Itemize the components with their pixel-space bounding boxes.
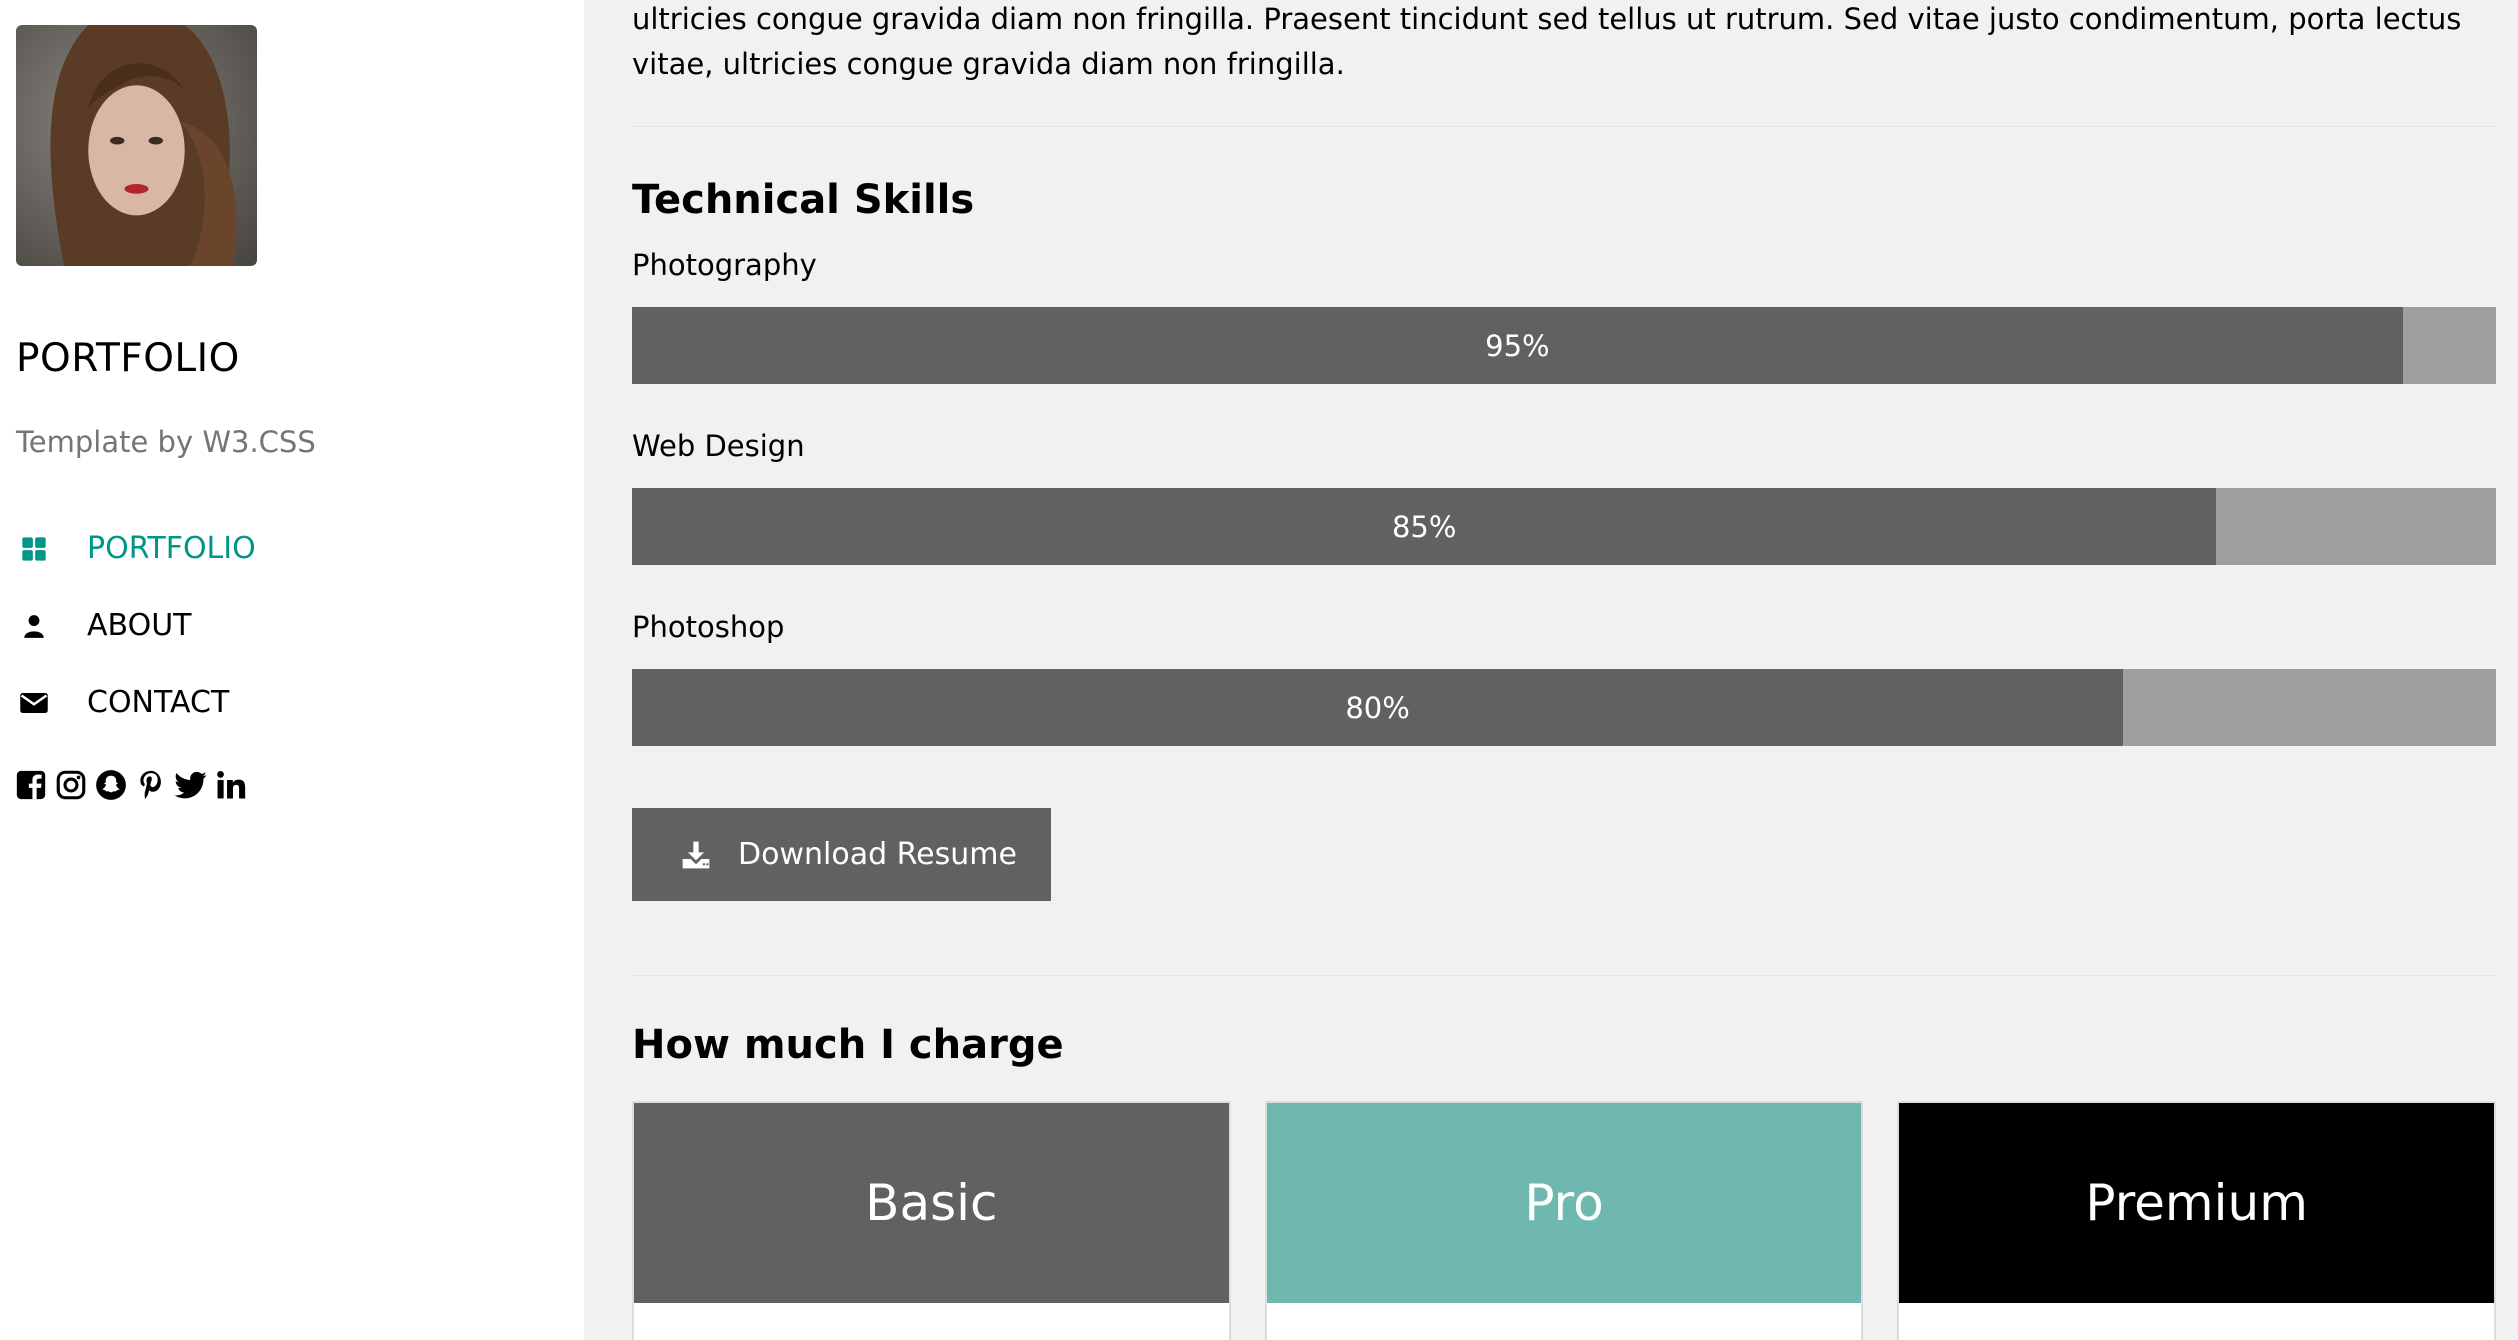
skill-web-design: Web Design 85% [632, 426, 2496, 565]
nav-label: ABOUT [87, 608, 192, 643]
skill-bar-fill: 80% [632, 669, 2124, 746]
skill-bar: 80% [632, 669, 2496, 746]
envelope-icon [16, 685, 52, 721]
facebook-icon[interactable] [14, 768, 48, 802]
linkedin-icon[interactable] [214, 768, 248, 802]
plan-card-basic: Basic [632, 1101, 1231, 1340]
download-label: Download Resume [738, 837, 1017, 872]
skill-bar-fill: 85% [632, 488, 2217, 565]
twitter-icon[interactable] [174, 768, 208, 802]
download-resume-button[interactable]: Download Resume [632, 808, 1051, 901]
pricing-plans: Basic Pro Premium [632, 1101, 2497, 1340]
pinterest-icon[interactable] [134, 768, 168, 802]
skill-label: Photography [632, 248, 817, 282]
skill-photography: Photography 95% [632, 245, 2496, 384]
divider [632, 126, 2496, 127]
social-links [14, 768, 248, 802]
skill-bar: 95% [632, 307, 2496, 384]
skill-bar: 85% [632, 488, 2496, 565]
instagram-icon[interactable] [54, 768, 88, 802]
main-content: ultricies congue gravida diam non fringi… [632, 0, 2497, 1340]
skill-percent: 95% [1485, 328, 1550, 363]
nav-item-contact[interactable]: CONTACT [16, 664, 256, 741]
user-icon [16, 608, 52, 644]
nav-label: CONTACT [87, 685, 230, 720]
divider [632, 975, 2496, 976]
sidebar: PORTFOLIO Template by W3.CSS PORTFOLIO A… [0, 0, 584, 1340]
skill-label: Web Design [632, 429, 805, 463]
sidebar-nav: PORTFOLIO ABOUT CONTACT [16, 510, 256, 741]
brand-title: PORTFOLIO [16, 336, 240, 381]
pricing-heading: How much I charge [632, 1022, 1064, 1068]
skill-percent: 85% [1391, 509, 1457, 544]
plan-header: Basic [634, 1103, 1229, 1303]
skill-percent: 80% [1345, 690, 1410, 725]
skill-bar-fill: 95% [632, 307, 2403, 384]
skill-photoshop: Photoshop 80% [632, 607, 2496, 746]
grid-icon [16, 531, 52, 567]
plan-card-pro: Pro [1264, 1101, 1864, 1340]
plan-header: Premium [1899, 1103, 2495, 1303]
nav-label: PORTFOLIO [87, 531, 256, 566]
plan-header: Pro [1266, 1103, 1862, 1303]
profile-avatar [16, 25, 257, 266]
snapchat-icon[interactable] [94, 768, 128, 802]
intro-paragraph: ultricies congue gravida diam non fringi… [632, 2, 2462, 81]
download-icon [682, 841, 710, 868]
tagline: Template by W3.CSS [16, 425, 316, 459]
plan-card-premium: Premium [1897, 1101, 2497, 1340]
skill-label: Photoshop [632, 610, 785, 644]
nav-item-portfolio[interactable]: PORTFOLIO [16, 510, 256, 587]
nav-item-about[interactable]: ABOUT [16, 587, 256, 664]
skills-heading: Technical Skills [632, 177, 975, 223]
